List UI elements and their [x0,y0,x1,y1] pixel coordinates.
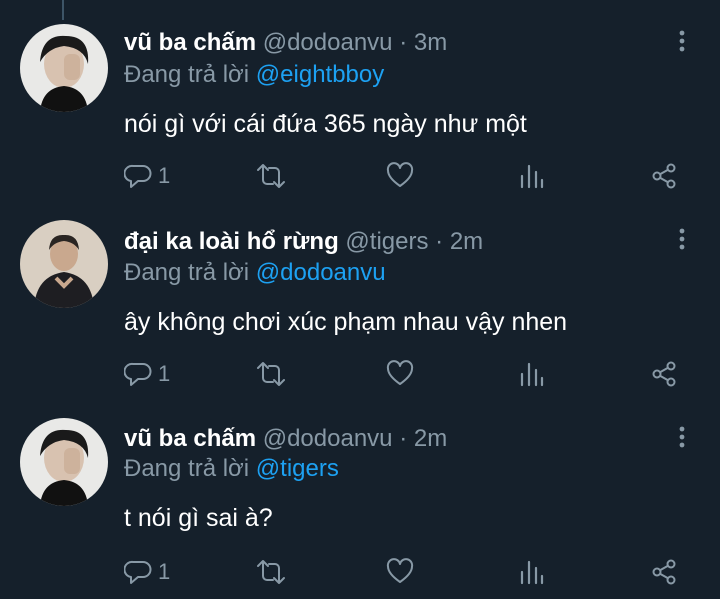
separator-dot: · [399,425,408,452]
avatar[interactable] [20,24,108,112]
timestamp[interactable]: 3m [414,29,447,56]
reply-button[interactable]: 1 [124,556,170,588]
display-name[interactable]: vũ ba chấm [124,425,256,452]
tweet-text: ây không chơi xúc phạm nhau vậy nhen [124,308,568,336]
analytics-button[interactable] [519,160,545,192]
replying-to: Đang trả lời @tigers [124,454,339,484]
handle[interactable]: @dodoanvu [263,425,393,452]
retweet-icon [257,164,285,188]
share-icon [652,559,676,585]
display-name[interactable]: vũ ba chấm [124,29,256,56]
handle[interactable]: @dodoanvu [263,29,393,56]
replying-to-label: Đang trả lời [124,61,250,88]
like-icon [386,162,414,187]
replying-to-label: Đang trả lời [124,259,250,286]
like-button[interactable] [386,556,414,588]
reply-button[interactable]: 1 [124,160,170,192]
separator-dot: · [399,29,408,56]
separator-dot: · [435,228,444,255]
reply-mention-link[interactable]: @tigers [256,455,339,482]
tweet-actions: 1 [0,160,720,192]
like-button[interactable] [386,358,414,390]
more-icon[interactable] [670,422,694,452]
tweet[interactable]: đại ka loài hổ rừng @tigers · 2m Đang tr… [0,200,720,400]
analytics-icon [520,362,544,387]
avatar[interactable] [20,418,108,506]
reply-button[interactable]: 1 [124,358,170,390]
replying-to-label: Đang trả lời [124,455,250,482]
retweet-button[interactable] [256,160,286,192]
analytics-button[interactable] [519,556,545,588]
display-name[interactable]: đại ka loài hổ rừng [124,228,339,255]
reply-count: 1 [158,361,171,386]
like-icon [386,558,414,583]
retweet-button[interactable] [256,358,286,390]
share-button[interactable] [650,358,678,390]
tweet-actions: 1 [0,556,720,588]
analytics-icon [520,560,544,585]
timestamp[interactable]: 2m [414,425,447,452]
tweet-actions: 1 [0,358,720,390]
tweet[interactable]: vũ ba chấm @dodoanvu · 3m Đang trả lời @… [0,0,720,200]
analytics-icon [520,164,544,189]
more-icon[interactable] [670,26,694,56]
share-button[interactable] [650,160,678,192]
more-icon[interactable] [670,224,694,254]
reply-icon [124,164,152,188]
reply-icon [124,362,152,386]
avatar[interactable] [20,220,108,308]
timestamp[interactable]: 2m [450,228,483,255]
tweet-text: t nói gì sai à? [124,504,273,532]
replying-to: Đang trả lời @eightbboy [124,60,384,90]
tweet[interactable]: vũ ba chấm @dodoanvu · 2m Đang trả lời @… [0,398,720,599]
replying-to: Đang trả lời @dodoanvu [124,258,386,288]
retweet-icon [257,362,285,386]
share-button[interactable] [650,556,678,588]
tweet-header: đại ka loài hổ rừng @tigers · 2m [124,227,483,257]
share-icon [652,361,676,387]
reply-icon [124,560,152,584]
analytics-button[interactable] [519,358,545,390]
like-icon [386,360,414,385]
handle[interactable]: @tigers [345,228,428,255]
retweet-button[interactable] [256,556,286,588]
like-button[interactable] [386,160,414,192]
reply-mention-link[interactable]: @dodoanvu [256,259,386,286]
tweet-text: nói gì với cái đứa 365 ngày như một [124,110,527,138]
reply-count: 1 [158,163,171,188]
tweet-header: vũ ba chấm @dodoanvu · 2m [124,424,447,454]
reply-mention-link[interactable]: @eightbboy [256,61,384,88]
share-icon [652,163,676,189]
retweet-icon [257,560,285,584]
tweet-header: vũ ba chấm @dodoanvu · 3m [124,28,447,58]
reply-count: 1 [158,559,171,584]
